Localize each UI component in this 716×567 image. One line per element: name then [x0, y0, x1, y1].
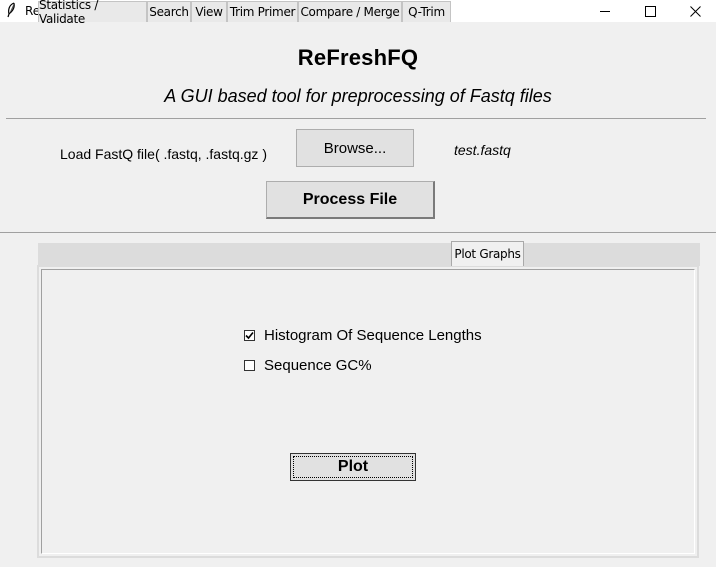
divider	[0, 232, 716, 233]
divider	[6, 118, 706, 119]
tab-compare-merge[interactable]: Compare / Merge	[298, 1, 402, 22]
tab-strip	[38, 243, 700, 266]
process-file-button[interactable]: Process File	[266, 181, 435, 219]
gc-content-label: Sequence GC%	[264, 357, 372, 374]
app-subtitle: A GUI based tool for preprocessing of Fa…	[164, 86, 552, 106]
tab-search[interactable]: Search	[147, 1, 191, 22]
histogram-label: Histogram Of Sequence Lengths	[264, 327, 482, 344]
histogram-option[interactable]: Histogram Of Sequence Lengths	[244, 327, 482, 344]
selected-filename: test.fastq	[454, 142, 511, 158]
tab-plot-graphs[interactable]: Plot Graphs	[451, 241, 524, 266]
plot-button[interactable]: Plot	[290, 453, 416, 481]
checkmark-icon	[245, 331, 254, 340]
minimize-button[interactable]	[582, 0, 628, 22]
tab-q-trim[interactable]: Q-Trim	[402, 1, 451, 22]
plot-graphs-panel	[37, 265, 699, 558]
gc-content-option[interactable]: Sequence GC%	[244, 357, 372, 374]
maximize-button[interactable]	[627, 0, 673, 22]
load-file-label: Load FastQ file( .fastq, .fastq.gz )	[60, 146, 267, 162]
histogram-checkbox[interactable]	[244, 330, 255, 341]
minimize-icon	[600, 10, 610, 12]
app-title: ReFreshFQ	[297, 45, 419, 70]
close-button[interactable]	[672, 0, 716, 22]
close-icon	[689, 5, 701, 17]
maximize-icon	[644, 5, 656, 17]
panel-border	[41, 269, 695, 554]
tab-trim-primer[interactable]: Trim Primer	[227, 1, 298, 22]
tab-view[interactable]: View	[191, 1, 227, 22]
feather-icon	[7, 2, 15, 18]
browse-button[interactable]: Browse...	[296, 129, 414, 167]
tab-statistics-validate[interactable]: Statistics / Validate	[38, 0, 147, 26]
gc-content-checkbox[interactable]	[244, 360, 255, 371]
